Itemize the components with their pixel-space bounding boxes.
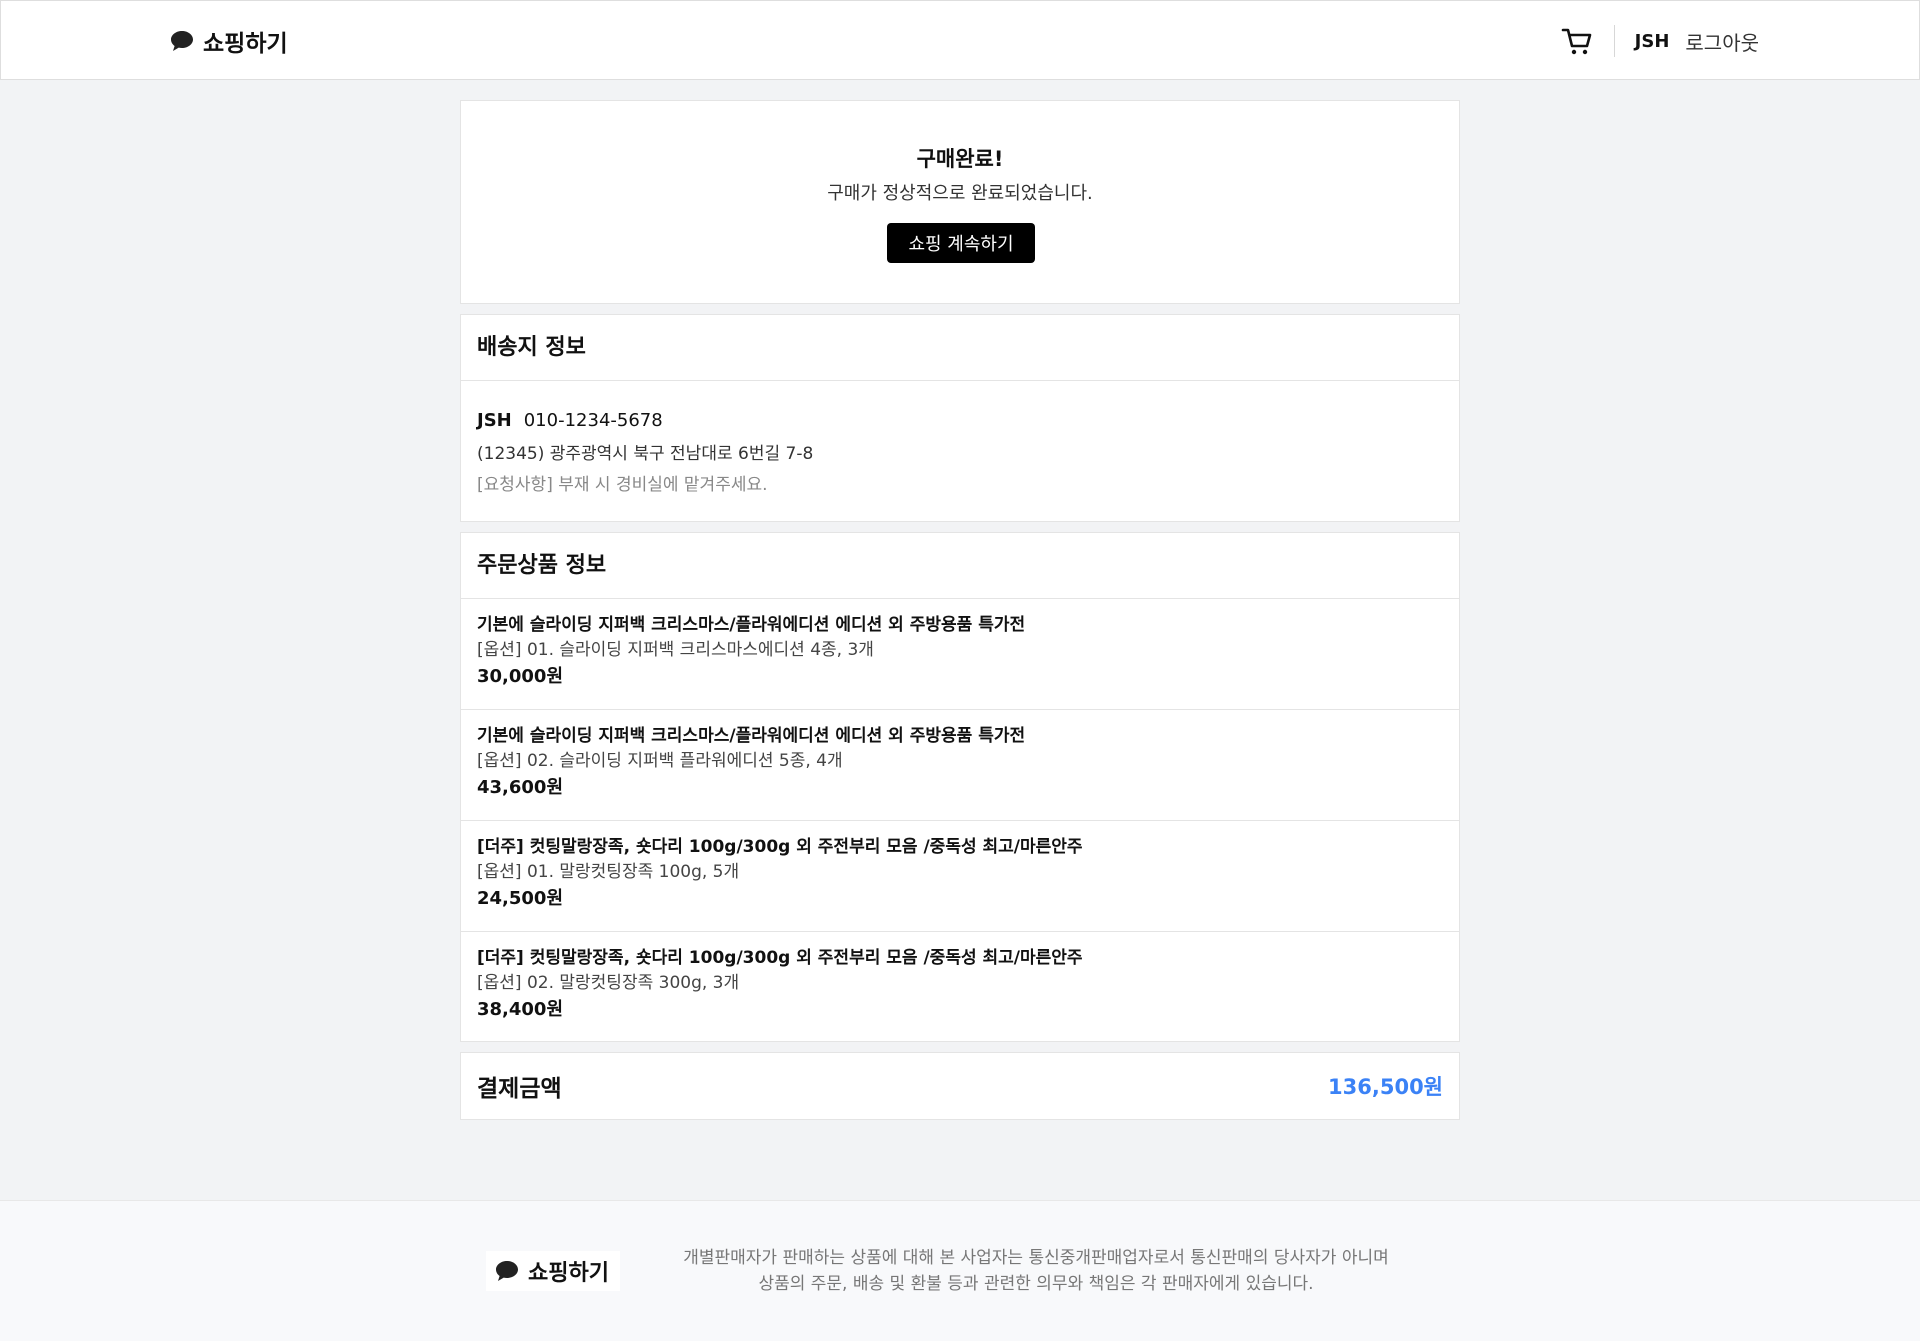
footer-logo-text: 쇼핑하기 [528,1261,609,1286]
order-item: 기본에 슬라이딩 지퍼백 크리스마스/플라워에디션 에디션 외 주방용품 특가전… [461,599,1459,710]
footer-line-1: 개별판매자가 판매하는 상품에 대해 본 사업자는 통신중개판매업자로서 통신판… [683,1248,1389,1268]
payment-total-card: 결제금액 136,500원 [460,1052,1460,1120]
item-option: [옵션] 01. 말랑컷팅장족 100g, 5개 [477,862,740,882]
item-price: 30,000원 [477,666,564,687]
complete-description: 구매가 정상적으로 완료되었습니다. [827,183,1093,204]
header-divider [1613,25,1615,57]
recipient-phone: 010-1234-5678 [523,409,663,431]
site-footer: 쇼핑하기 개별판매자가 판매하는 상품에 대해 본 사업자는 통신중개판매업자로… [0,1200,1920,1341]
cart-icon[interactable] [1560,24,1594,58]
payment-amount: 136,500원 [1328,1075,1443,1099]
purchase-complete-card: 구매완료! 구매가 정상적으로 완료되었습니다. 쇼핑 계속하기 [460,100,1460,304]
logo-text: 쇼핑하기 [203,31,288,57]
item-option: [옵션] 02. 슬라이딩 지퍼백 플라워에디션 5종, 4개 [477,751,843,771]
complete-title: 구매완료! [916,147,1004,171]
site-logo[interactable]: 쇼핑하기 [169,23,288,59]
shipping-section-title: 배송지 정보 [461,315,1459,381]
item-name: [더주] 컷팅말랑장족, 숏다리 100g/300g 외 주전부리 모음 /중독… [477,837,1083,857]
payment-label: 결제금액 [477,1076,562,1102]
top-header: 쇼핑하기 JSH 로그아웃 [0,0,1920,80]
item-option: [옵션] 01. 슬라이딩 지퍼백 크리스마스에디션 4종, 3개 [477,640,874,660]
item-option: [옵션] 02. 말랑컷팅장족 300g, 3개 [477,973,740,993]
order-items-card: 주문상품 정보 기본에 슬라이딩 지퍼백 크리스마스/플라워에디션 에디션 외 … [460,532,1460,1042]
footer-line-2: 상품의 주문, 배송 및 환불 등과 관련한 의무와 책임은 각 판매자에게 있… [758,1274,1314,1294]
item-price: 43,600원 [477,777,564,798]
item-name: 기본에 슬라이딩 지퍼백 크리스마스/플라워에디션 에디션 외 주방용품 특가전 [477,726,1026,746]
item-price: 24,500원 [477,888,564,909]
logout-link[interactable]: 로그아웃 [1685,27,1759,56]
order-section-title: 주문상품 정보 [461,533,1459,599]
chat-bubble-icon [171,31,193,51]
footer-logo[interactable]: 쇼핑하기 [486,1251,620,1291]
order-item: [더주] 컷팅말랑장족, 숏다리 100g/300g 외 주전부리 모음 /중독… [461,821,1459,932]
footer-disclaimer: 개별판매자가 판매하는 상품에 대해 본 사업자는 통신중개판매업자로서 통신판… [636,1245,1436,1297]
item-price: 38,400원 [477,999,564,1020]
shipping-request: [요청사항] 부재 시 경비실에 맡겨주세요. [477,475,768,495]
order-item: [더주] 컷팅말랑장족, 숏다리 100g/300g 외 주전부리 모음 /중독… [461,932,1459,1043]
continue-shopping-button[interactable]: 쇼핑 계속하기 [887,223,1035,263]
chat-bubble-icon [496,1261,518,1281]
shipping-info-card: 배송지 정보 JSH 010-1234-5678 (12345) 광주광역시 북… [460,314,1460,522]
user-name: JSH [1634,30,1670,52]
shipping-address: (12345) 광주광역시 북구 전남대로 6번길 7-8 [477,444,814,464]
item-name: 기본에 슬라이딩 지퍼백 크리스마스/플라워에디션 에디션 외 주방용품 특가전 [477,615,1026,635]
header-actions: JSH 로그아웃 [1560,21,1759,61]
item-name: [더주] 컷팅말랑장족, 숏다리 100g/300g 외 주전부리 모음 /중독… [477,948,1083,968]
recipient-name: JSH [477,409,512,431]
order-item: 기본에 슬라이딩 지퍼백 크리스마스/플라워에디션 에디션 외 주방용품 특가전… [461,710,1459,821]
